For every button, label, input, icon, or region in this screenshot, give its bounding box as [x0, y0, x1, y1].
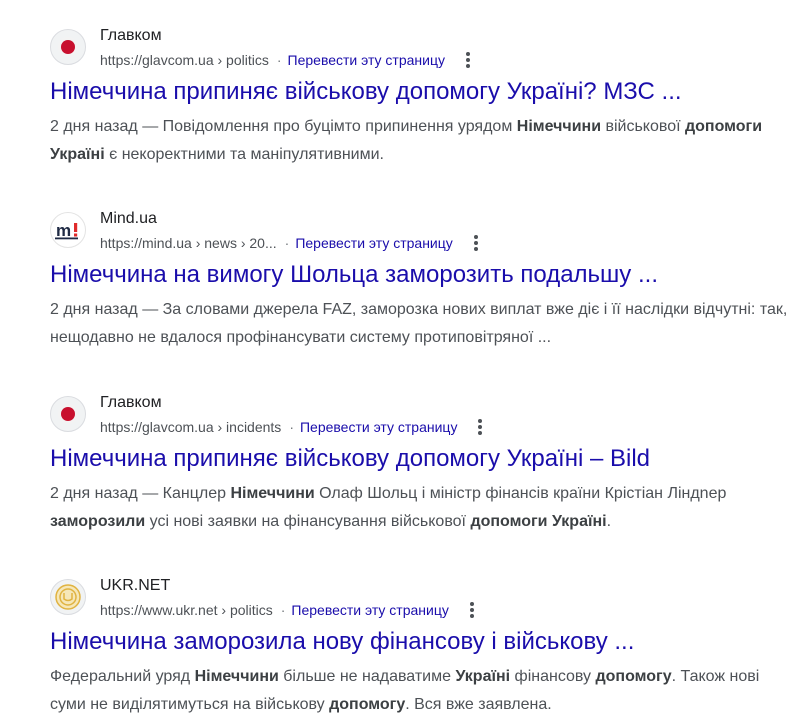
result-source[interactable]: UKR.NET https://www.ukr.net › politics ·…: [50, 575, 800, 621]
result-snippet: 2 дня назад — Повідомлення про буцімто п…: [50, 118, 763, 163]
search-result: m Mind.ua https://mind.ua › news › 20...…: [50, 208, 800, 352]
search-result: Главком https://glavcom.ua › politics · …: [50, 25, 800, 169]
translate-page-link[interactable]: Перевести эту страницу: [291, 601, 448, 619]
glavcom-favicon-icon: [50, 29, 86, 65]
search-result: Главком https://glavcom.ua › incidents ·…: [50, 392, 800, 536]
more-options-icon[interactable]: [469, 416, 491, 438]
mind-logo-icon: m: [50, 212, 86, 248]
result-source[interactable]: m Mind.ua https://mind.ua › news › 20...…: [50, 208, 800, 254]
more-options-icon[interactable]: [457, 49, 479, 71]
site-name: Главком: [100, 394, 162, 411]
ukrnet-logo-icon: [50, 579, 86, 615]
search-results: Главком https://glavcom.ua › politics · …: [0, 0, 803, 722]
result-url: https://glavcom.ua › incidents: [100, 419, 282, 435]
result-url: https://www.ukr.net › politics: [100, 602, 273, 618]
result-snippet: Федеральний уряд Німеччини більше не над…: [50, 668, 760, 713]
separator-dot: ·: [280, 602, 286, 618]
result-snippet: 2 дня назад — За словами джерела FAZ, за…: [50, 301, 788, 346]
separator-dot: ·: [289, 419, 294, 435]
translate-page-link[interactable]: Перевести эту страницу: [300, 418, 457, 436]
site-name: Главком: [100, 27, 162, 44]
more-options-icon[interactable]: [465, 232, 487, 254]
more-options-icon[interactable]: [461, 599, 483, 621]
separator-dot: ·: [284, 235, 290, 251]
site-name: UKR.NET: [100, 577, 171, 594]
result-title-link[interactable]: Німеччина заморозила нову фінансову і ві…: [50, 627, 800, 657]
result-title-link[interactable]: Німеччина припиняє військову допомогу Ук…: [50, 444, 800, 474]
result-title-link[interactable]: Німеччина припиняє військову допомогу Ук…: [50, 77, 800, 107]
glavcom-favicon-icon: [50, 396, 86, 432]
svg-text:m: m: [56, 221, 71, 240]
result-source[interactable]: Главком https://glavcom.ua › politics · …: [50, 25, 800, 71]
search-result: UKR.NET https://www.ukr.net › politics ·…: [50, 575, 800, 719]
result-url: https://glavcom.ua › politics: [100, 52, 269, 68]
result-snippet: 2 дня назад — Канцлер Німеччини Олаф Шол…: [50, 485, 727, 530]
site-name: Mind.ua: [100, 210, 157, 227]
result-source[interactable]: Главком https://glavcom.ua › incidents ·…: [50, 392, 800, 438]
translate-page-link[interactable]: Перевести эту страницу: [288, 51, 445, 69]
translate-page-link[interactable]: Перевести эту страницу: [295, 234, 452, 252]
result-url: https://mind.ua › news › 20...: [100, 235, 277, 251]
result-title-link[interactable]: Німеччина на вимогу Шольца заморозить по…: [50, 260, 800, 290]
separator-dot: ·: [276, 52, 282, 68]
